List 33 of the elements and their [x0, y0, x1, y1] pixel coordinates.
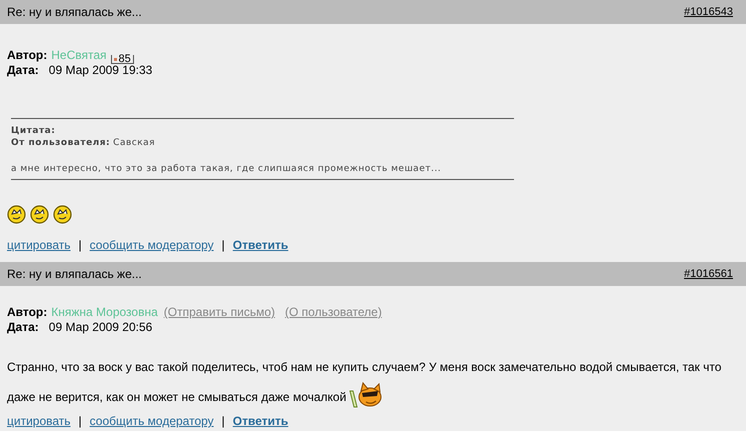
action-link[interactable]: цитировать	[7, 236, 71, 254]
author-label: Автор:	[7, 48, 48, 63]
message-text: даже не верится, как он может не смываться даже мочалкой	[7, 390, 346, 406]
reply-link[interactable]: Ответить	[232, 412, 288, 430]
separator: |	[78, 237, 82, 254]
profile-link[interactable]: (Отправить письмо)	[164, 305, 275, 320]
smiley-icon	[53, 205, 72, 224]
message-text: Странно, что за воск у вас такой поделитесь, чтоб нам не купить случаем? У меня воск замечательно водой смывается, так что	[7, 360, 722, 376]
date-label: Дата:	[7, 320, 39, 335]
date-label: Дата:	[7, 63, 39, 78]
post-title: Re: ну и вляпалась же...	[7, 4, 142, 21]
quote-from-label: От пользователя:	[11, 137, 110, 149]
cat-smiley-icon	[348, 381, 384, 409]
action-link[interactable]: цитировать	[7, 412, 71, 430]
quote-text: а мне интересно, что это за работа такая, где слипшаяся промежность мешает...	[11, 163, 442, 175]
post-number-link[interactable]: #1016543	[684, 4, 733, 20]
date-value: 09 Мар 2009 19:33	[48, 63, 152, 78]
post-title: Re: ну и вляпалась же...	[7, 266, 142, 283]
post-number-link[interactable]: #1016561	[684, 266, 733, 282]
separator: |	[78, 413, 82, 430]
rating-value: 85	[118, 54, 131, 64]
action-link[interactable]: сообщить модератору	[90, 412, 214, 430]
author-label: Автор:	[7, 305, 48, 320]
reply-link[interactable]: Ответить	[232, 236, 288, 254]
smiley-icon	[30, 205, 49, 224]
quote-author: Савская	[113, 137, 156, 149]
action-link[interactable]: сообщить модератору	[90, 236, 214, 254]
smiley-icon	[7, 205, 26, 224]
separator: |	[222, 413, 225, 430]
separator: |	[222, 237, 225, 254]
date-value: 09 Мар 2009 20:56	[48, 320, 152, 335]
profile-link[interactable]: (О пользователе)	[285, 305, 382, 320]
quote-heading: Цитата:	[11, 125, 56, 137]
